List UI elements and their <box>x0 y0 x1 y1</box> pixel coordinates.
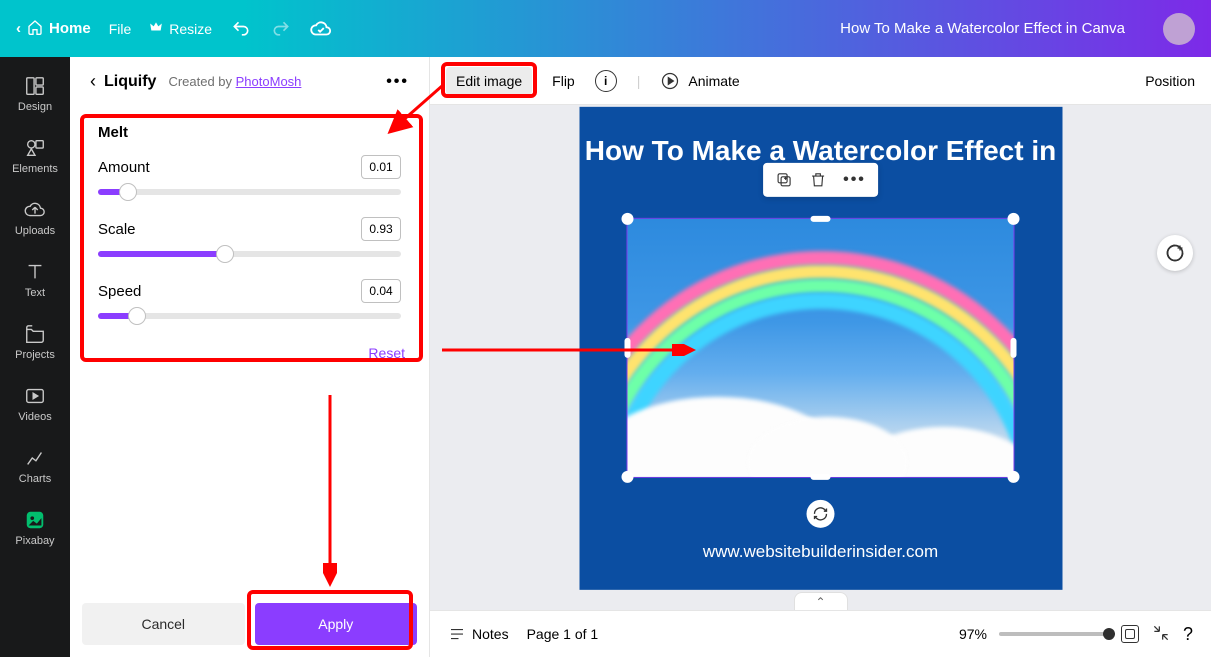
resize-menu[interactable]: Resize <box>149 20 212 37</box>
nav-videos-label: Videos <box>18 411 51 423</box>
amount-slider[interactable] <box>98 189 401 195</box>
resize-handle[interactable] <box>1007 212 1019 224</box>
home-label: Home <box>49 20 91 37</box>
left-nav: Design Elements Uploads Text Projects Vi… <box>0 57 70 657</box>
effect-panel: ‹ Liquify Created by PhotoMosh ••• Melt … <box>70 57 430 657</box>
nav-uploads-label: Uploads <box>15 225 55 237</box>
rainbow-image <box>627 218 1013 476</box>
floating-toolbar: ••• <box>763 162 878 196</box>
creator-link[interactable]: PhotoMosh <box>236 74 302 89</box>
melt-title: Melt <box>98 124 401 141</box>
reset-button[interactable]: Reset <box>70 339 429 367</box>
effect-title: Liquify <box>104 73 156 91</box>
scale-value[interactable]: 0.93 <box>361 217 401 241</box>
nav-pixabay-label: Pixabay <box>15 535 54 547</box>
resize-handle[interactable] <box>621 470 633 482</box>
position-button[interactable]: Position <box>1145 73 1195 89</box>
zoom-slider[interactable] <box>999 632 1109 636</box>
delete-icon[interactable] <box>809 170 827 188</box>
chevron-left-icon: ‹ <box>16 20 21 37</box>
add-page-button[interactable] <box>1157 235 1193 271</box>
animate-button[interactable]: Animate <box>660 71 739 91</box>
element-toolbar: Edit image Flip i | Animate Position <box>430 57 1211 105</box>
amount-label: Amount <box>98 159 150 176</box>
nav-pixabay[interactable]: Pixabay <box>0 499 70 557</box>
help-button[interactable]: ? <box>1183 624 1193 645</box>
cloud-sync-icon[interactable] <box>310 18 332 40</box>
speed-slider[interactable] <box>98 313 401 319</box>
notes-toggle[interactable]: Notes <box>448 625 509 643</box>
avatar[interactable] <box>1163 13 1195 45</box>
present-button[interactable] <box>1151 623 1171 646</box>
notes-label: Notes <box>472 626 509 642</box>
resize-label: Resize <box>169 21 212 37</box>
page-indicator[interactable]: Page 1 of 1 <box>527 626 599 642</box>
nav-elements[interactable]: Elements <box>0 127 70 185</box>
resize-handle[interactable] <box>624 337 630 357</box>
cancel-button[interactable]: Cancel <box>82 603 245 645</box>
scale-control: Scale 0.93 <box>98 217 401 257</box>
resize-handle[interactable] <box>1010 337 1016 357</box>
home-icon <box>27 19 43 39</box>
melt-controls: Melt Amount 0.01 Scale 0.93 Speed 0.04 <box>82 106 417 339</box>
design-page[interactable]: How To Make a Watercolor Effect in Canva… <box>579 106 1062 589</box>
scale-slider[interactable] <box>98 251 401 257</box>
scale-label: Scale <box>98 221 136 238</box>
nav-projects-label: Projects <box>15 349 55 361</box>
design-title[interactable]: How To Make a Watercolor Effect in Canva <box>840 20 1125 37</box>
undo-button[interactable] <box>230 18 252 40</box>
nav-charts-label: Charts <box>19 473 51 485</box>
nav-elements-label: Elements <box>12 163 58 175</box>
crown-icon <box>149 20 163 37</box>
speed-value[interactable]: 0.04 <box>361 279 401 303</box>
resize-handle[interactable] <box>810 473 830 479</box>
repeat-icon[interactable] <box>807 499 835 527</box>
nav-projects[interactable]: Projects <box>0 313 70 371</box>
resize-handle[interactable] <box>1007 470 1019 482</box>
page-url[interactable]: www.websitebuilderinsider.com <box>579 541 1062 561</box>
nav-charts[interactable]: Charts <box>0 437 70 495</box>
fullscreen-button[interactable] <box>1121 625 1139 643</box>
creator-info: Created by PhotoMosh <box>168 74 301 89</box>
info-button[interactable]: i <box>595 70 617 92</box>
redo-button[interactable] <box>270 18 292 40</box>
page-expand-handle[interactable]: ⌃ <box>794 592 848 610</box>
home-button[interactable]: ‹ Home <box>16 19 91 39</box>
animate-label: Animate <box>688 73 739 89</box>
nav-design-label: Design <box>18 101 52 113</box>
duplicate-icon[interactable] <box>775 170 793 188</box>
canvas[interactable]: How To Make a Watercolor Effect in Canva… <box>430 105 1211 610</box>
created-by-prefix: Created by <box>168 74 235 89</box>
more-icon[interactable]: ••• <box>843 170 866 188</box>
edit-image-button[interactable]: Edit image <box>446 67 532 95</box>
nav-uploads[interactable]: Uploads <box>0 189 70 247</box>
speed-control: Speed 0.04 <box>98 279 401 319</box>
apply-button[interactable]: Apply <box>255 603 418 645</box>
amount-control: Amount 0.01 <box>98 155 401 195</box>
amount-value[interactable]: 0.01 <box>361 155 401 179</box>
file-menu[interactable]: File <box>109 21 132 37</box>
selected-image[interactable] <box>626 217 1014 477</box>
more-button[interactable]: ••• <box>386 73 409 91</box>
resize-handle[interactable] <box>621 212 633 224</box>
nav-text[interactable]: Text <box>0 251 70 309</box>
resize-handle[interactable] <box>810 215 830 221</box>
flip-button[interactable]: Flip <box>552 73 575 89</box>
bottom-bar: Notes Page 1 of 1 97% ? <box>430 610 1211 657</box>
nav-text-label: Text <box>25 287 45 299</box>
back-button[interactable]: ‹ <box>90 71 96 92</box>
nav-videos[interactable]: Videos <box>0 375 70 433</box>
zoom-value[interactable]: 97% <box>959 626 987 642</box>
nav-design[interactable]: Design <box>0 65 70 123</box>
speed-label: Speed <box>98 283 141 300</box>
